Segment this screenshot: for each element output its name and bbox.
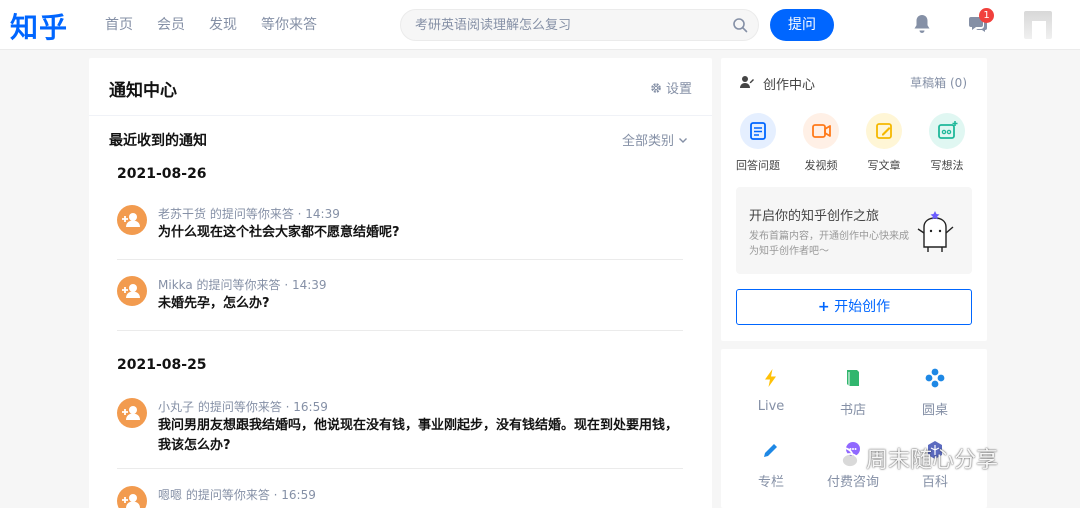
shortcut-label: 书店 (839, 403, 866, 418)
add-user-icon (122, 406, 140, 420)
chevron-down-icon (679, 137, 687, 143)
notification-question[interactable]: 为什么现在这个社会大家都不愿意结婚呢? (158, 223, 683, 243)
search-box (400, 9, 759, 41)
notification-meta: 老苏干货 的提问等你来答 · 14:39 (158, 207, 340, 221)
search-icon[interactable] (732, 17, 748, 37)
shortcut-grid: Live 书店 圆桌 专栏 付费咨询 百科 (721, 349, 987, 508)
user-avatar[interactable] (1024, 11, 1052, 39)
upload-video-label[interactable]: 发视频 (791, 157, 851, 173)
invite-user-avatar (117, 205, 147, 235)
shortcut-column[interactable]: 专栏 (741, 439, 801, 490)
start-creating-button[interactable]: + 开始创作 (736, 289, 972, 325)
notification-item[interactable]: 小丸子 的提问等你来答 · 16:59 我问男朋友想跟我结婚吗，他说现在没有钱，… (117, 398, 683, 469)
nav-vip[interactable]: 会员 (157, 0, 185, 50)
shortcut-label: Live (757, 399, 785, 414)
zhihu-logo[interactable]: 知乎 (10, 6, 68, 46)
recent-notifications-title: 最近收到的通知 (109, 133, 207, 149)
notification-meta: Mikka 的提问等你来答 · 14:39 (158, 278, 327, 292)
start-creating-label: 开始创作 (834, 299, 891, 315)
gear-icon (651, 82, 661, 93)
thought-icon (938, 121, 958, 139)
video-icon (812, 124, 831, 138)
drafts-count: (0) (950, 76, 967, 90)
lightning-icon (765, 369, 776, 387)
mascot-illustration (917, 211, 954, 252)
shortcut-bookstore[interactable]: 书店 (823, 367, 883, 418)
wechat-icon (832, 447, 859, 468)
shortcut-label: 专栏 (757, 475, 784, 490)
plus-icon: + (817, 299, 830, 315)
notification-item[interactable]: 嗯嗯 的提问等你来答 · 16:59 (117, 486, 683, 508)
write-thought-label[interactable]: 写想法 (917, 157, 977, 173)
notification-question[interactable]: 未婚先孕，怎么办? (158, 294, 683, 314)
top-navbar: 知乎 首页 会员 发现 等你来答 提问 1 (0, 0, 1080, 50)
nav-discover[interactable]: 发现 (209, 0, 237, 50)
drafts-label: 草稿箱 (910, 76, 947, 90)
notification-meta: 小丸子 的提问等你来答 · 16:59 (158, 400, 328, 414)
notification-meta: 嗯嗯 的提问等你来答 · 16:59 (158, 488, 316, 502)
write-article-label[interactable]: 写文章 (854, 157, 914, 173)
settings-label: 设置 (665, 82, 692, 97)
creation-center-title: 创作中心 (763, 78, 816, 93)
shortcut-label: 圆桌 (921, 403, 948, 418)
creator-promo-banner[interactable]: 开启你的知乎创作之旅 发布首篇内容，开通创作中心快来成为知乎创作者吧～ (736, 187, 972, 274)
nav-waiting-answers[interactable]: 等你来答 (261, 0, 317, 50)
write-article-button[interactable] (866, 113, 902, 149)
document-icon (750, 122, 766, 140)
nav-home[interactable]: 首页 (105, 0, 133, 50)
main-nav: 首页 会员 发现 等你来答 (105, 0, 341, 50)
upload-video-button[interactable] (803, 113, 839, 149)
message-count-badge: 1 (979, 8, 994, 23)
add-user-icon (122, 494, 140, 508)
category-filter-label: 全部类别 (621, 134, 674, 149)
page-title: 通知中心 (109, 81, 177, 101)
notification-item[interactable]: 老苏干货 的提问等你来答 · 14:39 为什么现在这个社会大家都不愿意结婚呢? (117, 205, 683, 260)
add-user-icon (122, 213, 140, 227)
notification-question[interactable]: 我问男朋友想跟我结婚吗，他说现在没有钱，事业刚起步，没有钱结婚。现在到处要用钱，… (158, 416, 683, 456)
drafts-link[interactable]: 草稿箱 (0) (910, 74, 967, 91)
invite-user-avatar (117, 486, 147, 508)
write-thought-button[interactable] (929, 113, 965, 149)
watermark-text: 周末随心分享 (866, 448, 999, 473)
notification-item[interactable]: Mikka 的提问等你来答 · 14:39 未婚先孕，怎么办? (117, 276, 683, 331)
bell-icon[interactable] (913, 14, 931, 38)
roundtable-icon (925, 368, 945, 388)
shortcut-live[interactable]: Live (741, 367, 801, 414)
book-icon (847, 370, 859, 386)
date-heading: 2021-08-26 (117, 166, 207, 182)
pen-icon (764, 444, 777, 457)
edit-icon (876, 123, 892, 139)
answer-question-label[interactable]: 回答问题 (728, 157, 788, 173)
notification-center-card: 通知中心 设置 最近收到的通知 全部类别 2021-08-26 老苏干货 的提问… (89, 58, 712, 508)
creator-icon (739, 74, 755, 94)
invite-user-avatar (117, 398, 147, 428)
promo-description: 发布首篇内容，开通创作中心快来成为知乎创作者吧～ (749, 231, 909, 257)
wechat-watermark: 周末随心分享 (832, 442, 998, 474)
ask-question-button[interactable]: 提问 (770, 9, 834, 41)
add-user-icon (122, 284, 140, 298)
search-input[interactable] (415, 10, 715, 40)
promo-title: 开启你的知乎创作之旅 (749, 209, 880, 224)
notification-header: 通知中心 设置 (89, 58, 712, 116)
invite-user-avatar (117, 276, 147, 306)
category-filter[interactable]: 全部类别 (622, 130, 688, 149)
date-heading: 2021-08-25 (117, 357, 207, 373)
shortcut-roundtable[interactable]: 圆桌 (905, 367, 965, 418)
settings-link[interactable]: 设置 (650, 78, 692, 97)
creation-center-card: 创作中心 草稿箱 (0) 回答问题 发视频 写文章 写想法 开启你的知乎创作之旅… (721, 58, 987, 341)
answer-question-button[interactable] (740, 113, 776, 149)
